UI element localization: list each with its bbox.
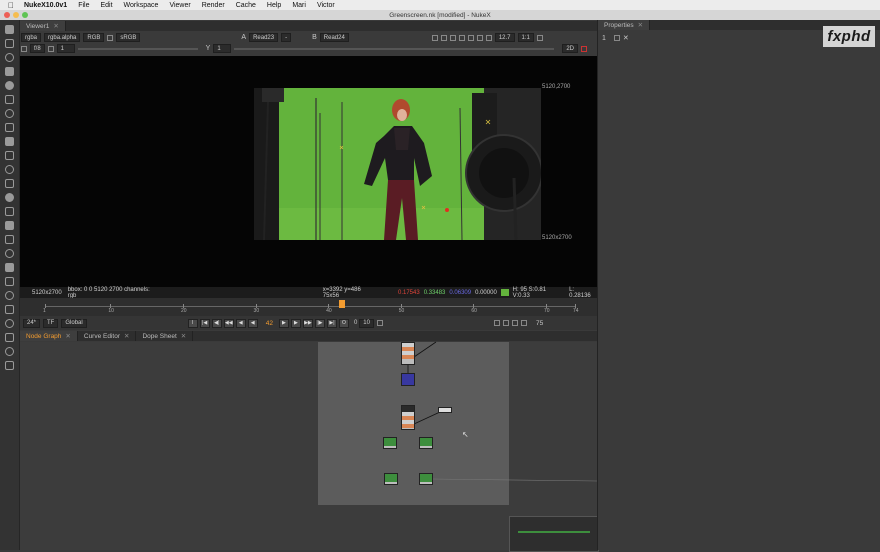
close-icon[interactable]: ✕: [638, 21, 643, 29]
read24-node[interactable]: [419, 437, 433, 449]
clear-all-button[interactable]: ✕: [623, 34, 629, 42]
node-graph-navigator[interactable]: [509, 516, 599, 552]
read-node-a[interactable]: [384, 473, 398, 485]
tab-properties[interactable]: Properties ✕: [598, 20, 651, 30]
fxphd-logo: fxphd: [823, 26, 875, 47]
lock-icon[interactable]: [613, 35, 620, 41]
properties-panel: Properties ✕ 1 ✕: [597, 20, 880, 550]
read23-node[interactable]: [383, 437, 397, 449]
dot-node[interactable]: [438, 407, 452, 413]
mouse-cursor-icon: ↖: [462, 430, 469, 439]
read-node-stack[interactable]: [401, 342, 415, 365]
max-panels-field[interactable]: 1: [602, 35, 606, 42]
navigator-preview: [518, 531, 590, 533]
tab-properties-label: Properties: [604, 21, 634, 29]
read-node-b[interactable]: [419, 473, 433, 485]
keyer-node-stack[interactable]: [401, 405, 415, 430]
viewer-input-node[interactable]: [401, 373, 415, 386]
